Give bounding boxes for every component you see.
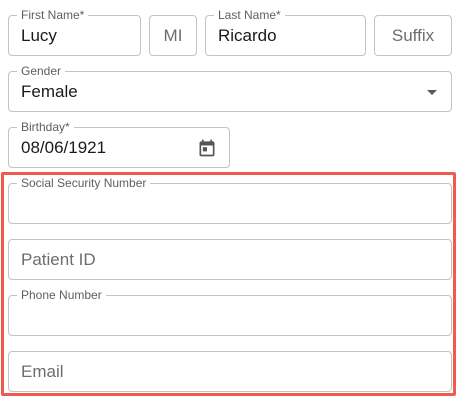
gender-select[interactable]: Gender Female: [8, 64, 452, 112]
phone-number-label: Phone Number: [17, 288, 106, 302]
middle-initial-placeholder: MI: [163, 25, 183, 45]
gender-value[interactable]: Female: [21, 82, 78, 102]
suffix-placeholder: Suffix: [391, 25, 435, 45]
ssn-label: Social Security Number: [17, 176, 151, 190]
last-name-field[interactable]: Last Name* Ricardo: [205, 8, 366, 56]
first-name-value[interactable]: Lucy: [21, 26, 57, 46]
caret-down-icon[interactable]: [427, 89, 437, 95]
last-name-value[interactable]: Ricardo: [218, 26, 277, 46]
patient-id-placeholder: Patient ID: [21, 249, 96, 269]
gender-label: Gender: [17, 64, 66, 78]
phone-number-field[interactable]: Phone Number: [8, 288, 452, 336]
middle-initial-field[interactable]: MI: [149, 15, 197, 56]
birthday-field[interactable]: Birthday* 08/06/1921: [8, 120, 230, 168]
ssn-field[interactable]: Social Security Number: [8, 176, 452, 224]
birthday-label: Birthday*: [17, 120, 74, 134]
suffix-field[interactable]: Suffix: [374, 15, 452, 56]
calendar-icon[interactable]: [197, 138, 217, 158]
email-field[interactable]: Email: [8, 351, 452, 392]
email-placeholder: Email: [21, 361, 64, 381]
patient-id-field[interactable]: Patient ID: [8, 239, 452, 280]
first-name-label: First Name*: [17, 8, 89, 22]
last-name-label: Last Name*: [214, 8, 285, 22]
first-name-field[interactable]: First Name* Lucy: [8, 8, 141, 56]
birthday-value[interactable]: 08/06/1921: [21, 138, 106, 158]
